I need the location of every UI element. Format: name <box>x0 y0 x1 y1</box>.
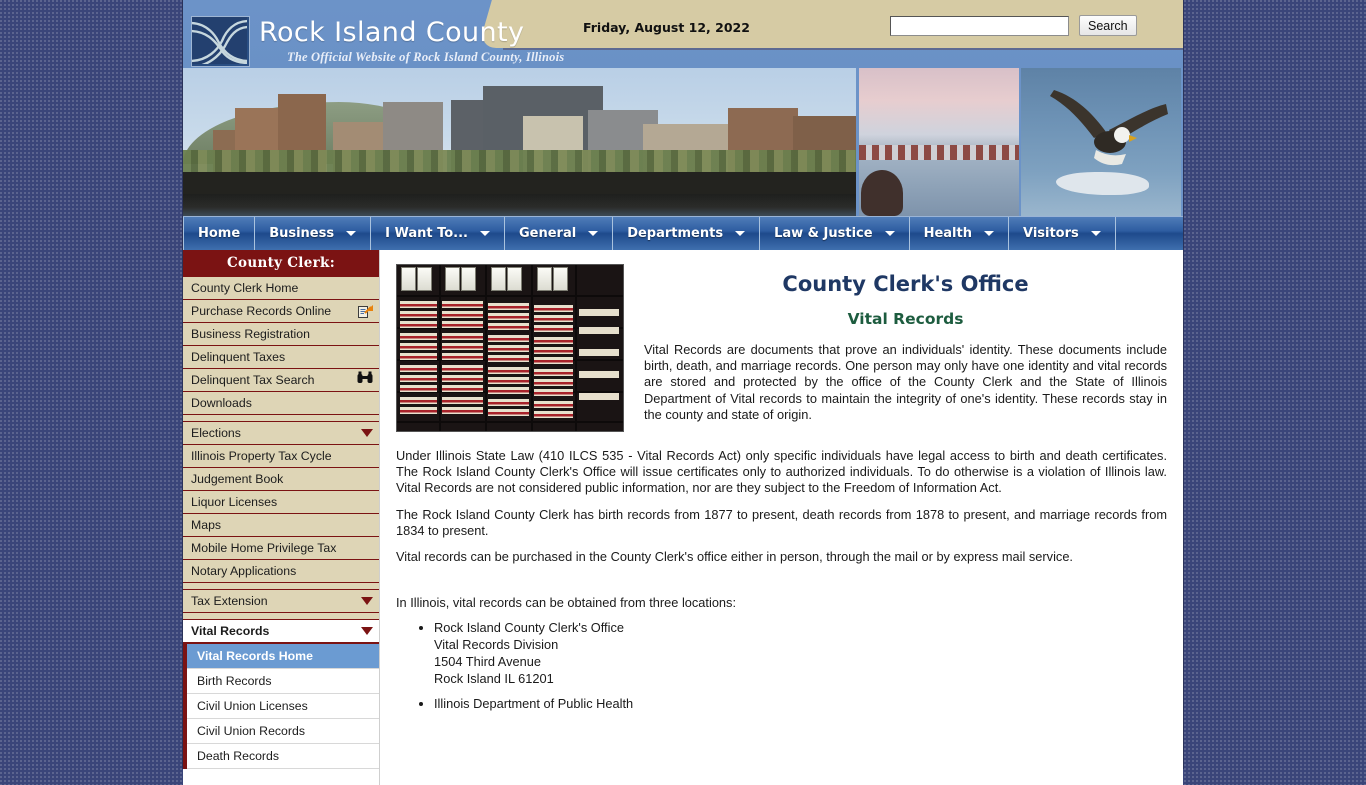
sidebar-item-label: County Clerk Home <box>191 281 299 295</box>
nav-item-law-and-justice[interactable]: Law & Justice <box>760 217 910 250</box>
nav-item-i-want-to[interactable]: I Want To... <box>371 217 505 250</box>
sidebar-item-delinquent-tax-search[interactable]: Delinquent Tax Search <box>183 369 379 392</box>
chevron-down-icon <box>884 231 895 236</box>
sidebar-item-label: Notary Applications <box>191 564 297 578</box>
vital-records-archive-shelves-photo <box>396 264 624 432</box>
nav-label: Visitors <box>1022 226 1079 241</box>
chevron-down-icon <box>735 231 746 236</box>
binoculars-icon <box>357 369 373 391</box>
sidebar-item-label: Maps <box>191 518 222 532</box>
nav-item-visitors[interactable]: Visitors <box>1009 217 1116 250</box>
sidebar-item-mobile-home-privilege-tax[interactable]: Mobile Home Privilege Tax <box>183 537 379 560</box>
sidebar: County Clerk: County Clerk Home Purchase… <box>183 250 380 785</box>
chevron-down-icon <box>346 231 357 236</box>
bald-eagle-on-ice-photo <box>1021 68 1181 216</box>
search-area: Search <box>890 15 1137 36</box>
main-navigation: Home Business I Want To... General Depar… <box>183 216 1183 250</box>
site-header: Rock Island County The Official Website … <box>183 0 1183 68</box>
search-button[interactable]: Search <box>1079 15 1137 36</box>
sidebar-item-label: Delinquent Tax Search <box>191 373 315 387</box>
nav-label: Home <box>198 226 241 241</box>
sidebar-item-elections[interactable]: Elections <box>183 421 379 445</box>
sidebar-subitem-death-records[interactable]: Death Records <box>187 744 379 769</box>
sidebar-item-business-registration[interactable]: Business Registration <box>183 323 379 346</box>
sidebar-item-label: Downloads <box>191 396 252 410</box>
sidebar-item-label: Liquor Licenses <box>191 495 278 509</box>
sidebar-submenu-vital-records: Vital Records Home Birth Records Civil U… <box>183 644 379 769</box>
chevron-down-icon <box>361 429 373 437</box>
chevron-down-icon <box>588 231 599 236</box>
sidebar-item-notary-applications[interactable]: Notary Applications <box>183 560 379 583</box>
nav-label: Health <box>923 226 972 241</box>
records-range-paragraph: The Rock Island County Clerk has birth r… <box>396 506 1167 538</box>
nav-label: I Want To... <box>385 226 468 241</box>
sidebar-item-label: Business Registration <box>191 327 310 341</box>
downtown-rock-island-skyline-photo <box>183 68 856 216</box>
chevron-down-icon <box>1090 231 1101 236</box>
list-item: Rock Island County Clerk's Office Vital … <box>434 619 1167 687</box>
locations-list: Rock Island County Clerk's Office Vital … <box>396 619 1167 712</box>
list-item: Illinois Department of Public Health <box>434 695 1167 712</box>
page-container: Rock Island County The Official Website … <box>183 0 1183 785</box>
sidebar-item-maps[interactable]: Maps <box>183 514 379 537</box>
sidebar-item-label: Tax Extension <box>191 594 268 608</box>
nav-item-health[interactable]: Health <box>910 217 1009 250</box>
purchase-paragraph: Vital records can be purchased in the Co… <box>396 549 1073 565</box>
locations-lead-paragraph: In Illinois, vital records can be obtain… <box>396 595 737 611</box>
nav-item-departments[interactable]: Departments <box>613 217 761 250</box>
nav-label: General <box>519 226 577 241</box>
sidebar-subitem-birth-records[interactable]: Birth Records <box>187 669 379 694</box>
search-input[interactable] <box>890 15 1069 36</box>
sidebar-item-downloads[interactable]: Downloads <box>183 392 379 415</box>
chevron-down-icon <box>480 231 490 236</box>
sidebar-item-purchase-records-online[interactable]: Purchase Records Online <box>183 300 379 323</box>
site-subtitle: The Official Website of Rock Island Coun… <box>287 50 565 64</box>
sidebar-item-label: Purchase Records Online <box>191 304 332 318</box>
chevron-down-icon <box>983 231 994 236</box>
sidebar-item-illinois-property-tax-cycle[interactable]: Illinois Property Tax Cycle <box>183 445 379 468</box>
sidebar-subitem-vital-records-home[interactable]: Vital Records Home <box>187 644 379 669</box>
banner-strip <box>183 68 1183 216</box>
nav-item-business[interactable]: Business <box>255 217 372 250</box>
nav-label: Departments <box>627 226 724 241</box>
nav-item-general[interactable]: General <box>505 217 614 250</box>
sidebar-item-label: Illinois Property Tax Cycle <box>191 449 332 463</box>
mississippi-river-dam-sunset-photo <box>859 68 1019 216</box>
sidebar-heading: County Clerk: <box>183 250 379 277</box>
sidebar-item-judgement-book[interactable]: Judgement Book <box>183 468 379 491</box>
chevron-down-icon <box>361 627 373 635</box>
main-content: County Clerk's Office Vital Records Vita… <box>380 250 1183 785</box>
sidebar-item-vital-records[interactable]: Vital Records <box>183 619 379 644</box>
nav-label: Business <box>269 226 335 241</box>
sidebar-item-label: Judgement Book <box>191 472 284 486</box>
external-link-icon <box>358 304 373 318</box>
nav-label: Law & Justice <box>774 226 873 241</box>
site-title: Rock Island County <box>259 17 525 48</box>
sidebar-item-label: Mobile Home Privilege Tax <box>191 541 337 555</box>
sidebar-subitem-civil-union-licenses[interactable]: Civil Union Licenses <box>187 694 379 719</box>
current-date: Friday, August 12, 2022 <box>583 20 750 35</box>
sidebar-item-label: Elections <box>191 426 241 440</box>
nav-item-home[interactable]: Home <box>183 217 256 250</box>
county-swirl-logo-icon[interactable] <box>191 16 250 67</box>
sidebar-item-county-clerk-home[interactable]: County Clerk Home <box>183 277 379 300</box>
law-paragraph: Under Illinois State Law (410 ILCS 535 -… <box>396 448 1167 496</box>
sidebar-item-label: Vital Records <box>191 624 270 638</box>
sidebar-item-tax-extension[interactable]: Tax Extension <box>183 589 379 613</box>
chevron-down-icon <box>361 597 373 605</box>
sidebar-item-label: Delinquent Taxes <box>191 350 286 364</box>
content-area: County Clerk: County Clerk Home Purchase… <box>183 250 1183 785</box>
sidebar-item-delinquent-taxes[interactable]: Delinquent Taxes <box>183 346 379 369</box>
sidebar-menu: County Clerk Home Purchase Records Onlin… <box>183 277 379 769</box>
sidebar-subitem-civil-union-records[interactable]: Civil Union Records <box>187 719 379 744</box>
sidebar-item-liquor-licenses[interactable]: Liquor Licenses <box>183 491 379 514</box>
